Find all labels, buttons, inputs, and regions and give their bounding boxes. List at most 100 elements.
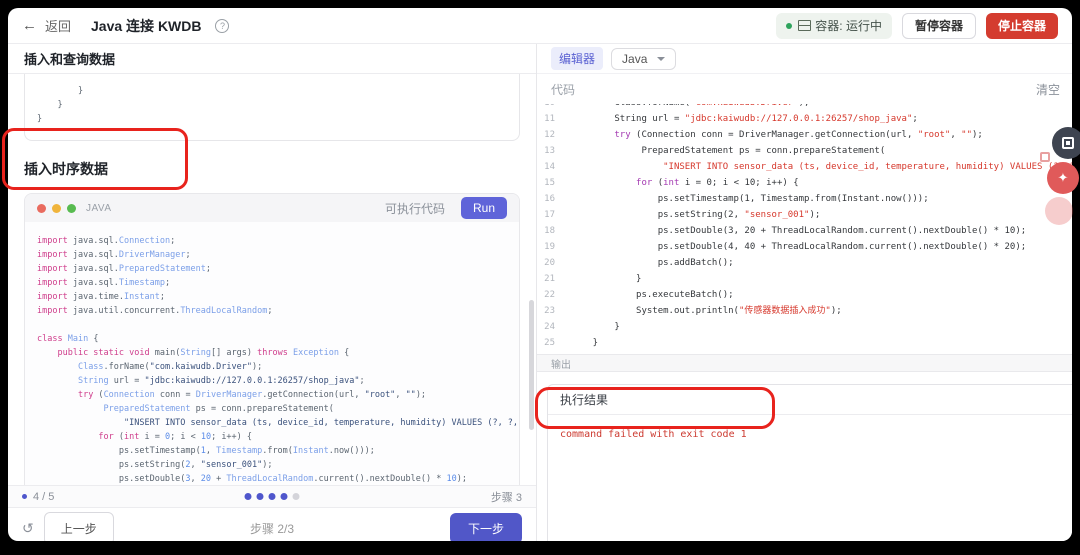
code-line: import java.sql.Timestamp; [37,278,171,288]
lesson-content[interactable]: } }} 插入时序数据 JAVA 可执行代码 Run import java.s… [8,74,536,485]
line-number: 15 [544,178,555,188]
line-number: 14 [544,162,555,172]
main-area: 插入和查询数据 } }} 插入时序数据 JAVA 可执行代码 Run impor… [8,44,1072,541]
top-bar: ← 返回 Java 连接 KWDB ? 容器: 运行中 暂停容器 停止容器 [8,8,1072,44]
pagination-dot[interactable] [244,493,252,500]
top-bar-right: 容器: 运行中 暂停容器 停止容器 [776,12,1058,39]
code-line: import java.time.Instant; [37,292,165,302]
code-line: try (Connection conn = DriverManager.get… [77,390,427,400]
code-line: public static void main(String[] args) t… [57,348,350,358]
editor-toolbar: 代码 清空 运行 [537,74,1072,104]
help-icon[interactable]: ? [215,18,230,33]
line-number: 19 [544,242,555,252]
code-line: 17 ps.setString(2, "sensor_001"); [537,207,1072,223]
next-step-button[interactable]: 下一步 [449,513,522,541]
editor-chip: 编辑器 [551,47,604,70]
code-line: 13 PreparedStatement ps = conn.prepareSt… [537,143,1072,159]
code-line: 22 ps.executeBatch(); [537,287,1072,303]
code-line: import java.sql.PreparedStatement; [37,264,212,274]
output-section-label: 输出 [537,354,1072,372]
lesson-panel: 插入和查询数据 } }} 插入时序数据 JAVA 可执行代码 Run impor… [8,44,537,541]
code-line: 24 } [537,319,1072,335]
mini-widget-icon [1040,152,1050,162]
page-title: Java 连接 KWDB [91,17,202,34]
code-line: 23 System.out.println("传感器数据插入成功"); [537,303,1072,319]
code-label: 代码 [551,82,576,97]
code-line: import java.sql.DriverManager; [37,250,191,260]
pagination-dot[interactable] [256,493,264,500]
app-window: ← 返回 Java 连接 KWDB ? 容器: 运行中 暂停容器 停止容器 插入… [8,8,1072,541]
code-line: ps.setDouble(3, 20 + ThreadLocalRandom.c… [37,474,467,484]
back-arrow-icon[interactable]: ← [22,17,37,34]
secondary-float-button[interactable] [1045,197,1073,225]
qr-icon [1062,137,1074,149]
code-line: String url = "jdbc:kaiwudb://127.0.0.1:2… [77,376,365,386]
pause-container-button[interactable]: 暂停容器 [901,12,976,39]
line-number: 23 [544,306,555,316]
editor-code: 10 Class.forName("com.kaiwudb.Driver");1… [537,104,1072,351]
pagination-dot[interactable] [268,493,276,500]
line-number: 25 [544,338,555,348]
code-language-label: JAVA [86,202,112,214]
code-line: Class.forName("com.kaiwudb.Driver"); [77,362,263,372]
code-line: 19 ps.setDouble(4, 40 + ThreadLocalRando… [537,239,1072,255]
lesson-scrollbar[interactable] [529,300,534,431]
back-button[interactable]: 返回 [45,16,71,35]
line-number: 10 [537,104,571,111]
status-dot-icon [786,22,793,29]
code-line: 21 } [537,271,1072,287]
pagination-dot[interactable] [280,493,288,500]
reset-icon[interactable]: ↺ [22,520,34,537]
code-line: import java.util.concurrent.ThreadLocalR… [37,306,273,316]
code-line: for (int i = 0; i < 10; i++) { [98,432,253,442]
code-editor[interactable]: 10 Class.forName("com.kaiwudb.Driver");1… [537,104,1072,354]
code-block-body: import java.sql.Connection; import java.s… [25,222,519,485]
stop-container-button[interactable]: 停止容器 [985,12,1058,39]
lesson-section-title: 插入和查询数据 [8,44,536,74]
pagination-bar: 4 / 5 步骤 3 [8,485,536,507]
support-float-button[interactable]: ✦ [1047,162,1079,194]
line-number: 20 [544,258,555,268]
language-select[interactable]: Java [611,47,677,70]
code-block-tail: } }} [24,74,520,141]
pagination-dot[interactable] [292,493,300,500]
line-number: 22 [544,290,555,300]
language-select-value: Java [622,51,648,66]
code-line: 12 try (Connection conn = DriverManager.… [537,127,1072,143]
line-number: 17 [544,210,555,220]
line-number: 24 [544,322,555,332]
code-line: PreparedStatement ps = conn.prepareState… [103,404,334,414]
code-line: 20 ps.addBatch(); [537,255,1072,271]
run-snippet-button[interactable]: Run [460,197,507,219]
code-line: 11 String url = "jdbc:kaiwudb://127.0.0.… [537,111,1072,127]
line-number: 16 [544,194,555,204]
code-line: "INSERT INTO sensor_data (ts, device_id,… [124,418,520,428]
code-line: ps.setTimestamp(1, Timestamp.from(Instan… [37,446,375,456]
code-line: class Main { [37,334,99,344]
code-block-header: JAVA 可执行代码 Run [25,194,519,222]
line-number: 11 [544,114,555,124]
line-number: 18 [544,226,555,236]
chevron-down-icon [657,56,666,61]
code-line: 14 "INSERT INTO sensor_data (ts, device_… [537,159,1072,175]
screen: ← 返回 Java 连接 KWDB ? 容器: 运行中 暂停容器 停止容器 插入… [0,0,1080,555]
container-status-badge: 容器: 运行中 [776,12,892,39]
prev-step-button[interactable]: 上一步 [43,512,114,541]
qr-float-button[interactable] [1052,127,1080,159]
execution-result-box: 执行结果 stderr command failed with exit cod… [547,384,1072,541]
code-line: import java.sql.Connection; [37,236,176,246]
code-line: 10 Class.forName("com.kaiwudb.Driver"); [537,104,1072,111]
container-icon [798,20,812,31]
page-indicator: 4 / 5 [22,491,54,503]
line-number: 12 [544,130,555,140]
clear-button[interactable]: 清空 [1036,81,1060,98]
code-line: } [37,86,84,96]
line-number: 13 [544,146,555,156]
pagination-dots [244,493,300,500]
sparkle-icon: ✦ [1057,170,1069,185]
page-count-label: 4 / 5 [33,490,55,503]
runnable-code-block: JAVA 可执行代码 Run import java.sql.Connectio… [24,193,520,485]
step-label: 步骤 3 [490,491,522,504]
traffic-light-green-icon [67,203,76,213]
